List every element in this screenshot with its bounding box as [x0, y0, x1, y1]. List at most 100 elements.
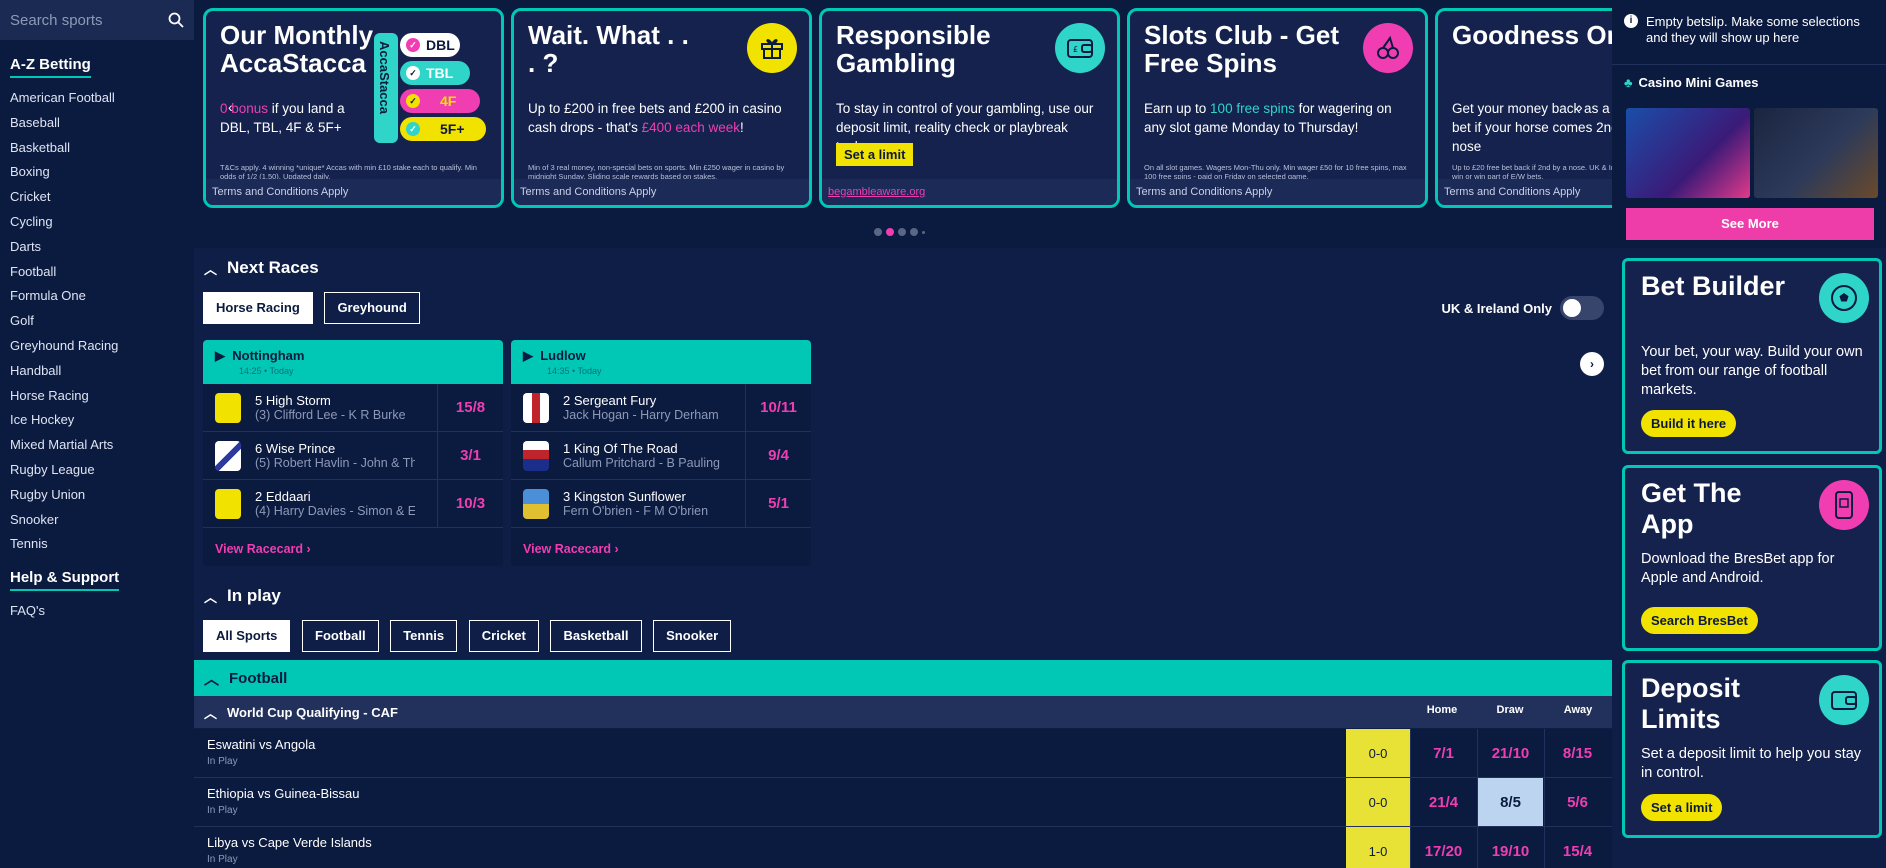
begambleaware-link[interactable]: begambleaware.org	[822, 179, 1117, 205]
odds-button[interactable]: 5/1	[745, 479, 811, 528]
football-section-header[interactable]: ︿ Football	[194, 660, 1612, 696]
game-tile-wild-beach-party[interactable]	[1626, 108, 1750, 198]
odds-draw-button[interactable]: 19/10	[1477, 827, 1543, 868]
col-away: Away	[1563, 704, 1593, 716]
race-card-header[interactable]: ▶ Ludlow 14:35 • Today	[511, 340, 811, 384]
odds-button[interactable]: 15/8	[437, 383, 503, 432]
promo-wait-what[interactable]: Wait. What . . . ? Up to £200 in free be…	[511, 8, 812, 208]
cards-icon: ♣	[1624, 75, 1633, 90]
sidebar: A-Z Betting American FootballBaseballBas…	[0, 0, 194, 868]
promo-terms-link[interactable]: Terms and Conditions Apply	[206, 179, 501, 205]
tab-cricket[interactable]: Cricket	[468, 620, 539, 652]
tab-football[interactable]: Football	[302, 620, 379, 652]
odds-home-button[interactable]: 21/4	[1410, 778, 1476, 826]
promo-goodness-only-nose[interactable]: Goodness Only Nose Get your money back a…	[1435, 8, 1612, 208]
odds-away-button[interactable]: 5/6	[1544, 778, 1610, 826]
sidebar-sport-item[interactable]: Tennis	[10, 532, 184, 557]
sidebar-sport-item[interactable]: Rugby League	[10, 458, 184, 483]
odds-button[interactable]: 10/3	[437, 479, 503, 528]
sidebar-sport-item[interactable]: Rugby Union	[10, 483, 184, 508]
search-icon[interactable]	[168, 12, 184, 28]
sidebar-sport-item[interactable]: Mixed Martial Arts	[10, 433, 184, 458]
carousel-dot-active[interactable]	[886, 228, 894, 236]
carousel-dot[interactable]	[898, 228, 906, 236]
in-play-header[interactable]: ︿ In play	[194, 576, 281, 616]
sidebar-sport-item[interactable]: Baseball	[10, 111, 184, 136]
sidebar-sport-item[interactable]: Ice Hockey	[10, 408, 184, 433]
tab-snooker[interactable]: Snooker	[653, 620, 732, 652]
col-home: Home	[1426, 704, 1458, 716]
sidebar-sport-item[interactable]: Darts	[10, 235, 184, 260]
odds-away-button[interactable]: 15/4	[1544, 827, 1610, 868]
wallet-icon: £	[1055, 23, 1105, 73]
toggle-switch[interactable]	[1560, 296, 1604, 320]
accastacca-vertical-text: AccaStacca	[377, 41, 392, 114]
bet-builder-title: Bet Builder	[1641, 271, 1786, 301]
promo-accastacca[interactable]: Our Monthly AccaStacca AccaStacca ✓ DBL ✓…	[203, 8, 504, 208]
sidebar-sport-item[interactable]: Handball	[10, 359, 184, 384]
col-draw: Draw	[1496, 704, 1524, 716]
runner-name: 3 Kingston Sunflower	[563, 489, 686, 504]
sidebar-sport-item[interactable]: Snooker	[10, 508, 184, 533]
match-status: In Play	[207, 805, 238, 816]
promo-responsible-gambling[interactable]: Responsible Gambling £ To stay in contro…	[819, 8, 1120, 208]
right-column: i Empty betslip. Make some selections an…	[1612, 0, 1886, 868]
sidebar-sport-item[interactable]: Greyhound Racing	[10, 334, 184, 359]
tab-horse-racing[interactable]: Horse Racing	[203, 292, 313, 324]
game-tile-smugglers-cove[interactable]	[1754, 108, 1878, 198]
odds-home-button[interactable]: 7/1	[1410, 729, 1476, 777]
sidebar-sport-item[interactable]: Cycling	[10, 210, 184, 235]
odds-away-button[interactable]: 8/15	[1544, 729, 1610, 777]
runner-jockey: (5) Robert Havlin - John & Thady Gosden	[255, 456, 415, 470]
set-limit-button[interactable]: Set a limit	[1641, 794, 1723, 821]
view-racecard-link[interactable]: View Racecard ›	[511, 528, 811, 566]
carousel-dots[interactable]	[874, 228, 925, 236]
faq-link[interactable]: FAQ's	[10, 599, 184, 624]
venue-name: Ludlow	[540, 348, 586, 363]
sidebar-sport-item[interactable]: Cricket	[10, 185, 184, 210]
promo-terms-link[interactable]: Terms and Conditions Apply	[514, 179, 809, 205]
build-it-here-button[interactable]: Build it here	[1641, 410, 1737, 437]
odds-draw-button[interactable]: 8/5	[1477, 778, 1543, 826]
match-row[interactable]: Eswatini vs Angola In Play 0-0 7/1 21/10…	[194, 729, 1612, 778]
match-status: In Play	[207, 854, 238, 865]
race-card-header[interactable]: ▶ Nottingham 14:25 • Today	[203, 340, 503, 384]
promo-terms-link[interactable]: Terms and Conditions Apply	[1130, 179, 1425, 205]
next-races-header[interactable]: ︿ Next Races	[194, 248, 1612, 288]
match-row[interactable]: Libya vs Cape Verde Islands In Play 1-0 …	[194, 827, 1612, 868]
set-limit-button[interactable]: Set a limit	[836, 143, 914, 166]
search-bar	[0, 0, 194, 40]
carousel-dot[interactable]	[910, 228, 918, 236]
odds-button[interactable]: 3/1	[437, 431, 503, 480]
runner-jockey: Fern O'brien - F M O'brien	[563, 504, 709, 518]
sidebar-sport-item[interactable]: Golf	[10, 309, 184, 334]
promo-slots-club[interactable]: Slots Club - Get Free Spins Earn up to 1…	[1127, 8, 1428, 208]
promo-terms-link[interactable]: Terms and Conditions Apply	[1438, 179, 1612, 205]
uk-ireland-toggle[interactable]: UK & Ireland Only	[1441, 296, 1604, 320]
match-row[interactable]: Ethiopia vs Guinea-Bissau In Play 0-0 21…	[194, 778, 1612, 827]
carousel-prev-icon[interactable]: ‹	[228, 99, 233, 115]
sidebar-sport-item[interactable]: Horse Racing	[10, 384, 184, 409]
sidebar-sport-item[interactable]: Football	[10, 260, 184, 285]
carousel-next-icon[interactable]: ›	[1578, 99, 1583, 115]
sidebar-sport-item[interactable]: Boxing	[10, 160, 184, 185]
search-bresbet-button[interactable]: Search BresBet	[1641, 607, 1758, 634]
sidebar-sport-item[interactable]: American Football	[10, 86, 184, 111]
odds-button[interactable]: 9/4	[745, 431, 811, 480]
tab-greyhound[interactable]: Greyhound	[324, 292, 420, 324]
tab-basketball[interactable]: Basketball	[550, 620, 642, 652]
tab-all-sports[interactable]: All Sports	[203, 620, 291, 652]
sidebar-sport-item[interactable]: Basketball	[10, 136, 184, 161]
races-next-arrow-icon[interactable]: ›	[1580, 352, 1604, 376]
tab-tennis[interactable]: Tennis	[390, 620, 458, 652]
odds-home-button[interactable]: 17/20	[1410, 827, 1476, 868]
carousel-dot[interactable]	[874, 228, 882, 236]
see-more-button[interactable]: See More	[1626, 208, 1874, 240]
view-racecard-link[interactable]: View Racecard ›	[203, 528, 503, 566]
odds-button[interactable]: 10/11	[745, 383, 811, 432]
carousel-dot[interactable]	[922, 231, 925, 234]
competition-header[interactable]: ︿ World Cup Qualifying - CAF	[194, 696, 1612, 728]
odds-draw-button[interactable]: 21/10	[1477, 729, 1543, 777]
sidebar-sport-item[interactable]: Formula One	[10, 284, 184, 309]
search-input[interactable]	[10, 11, 150, 29]
